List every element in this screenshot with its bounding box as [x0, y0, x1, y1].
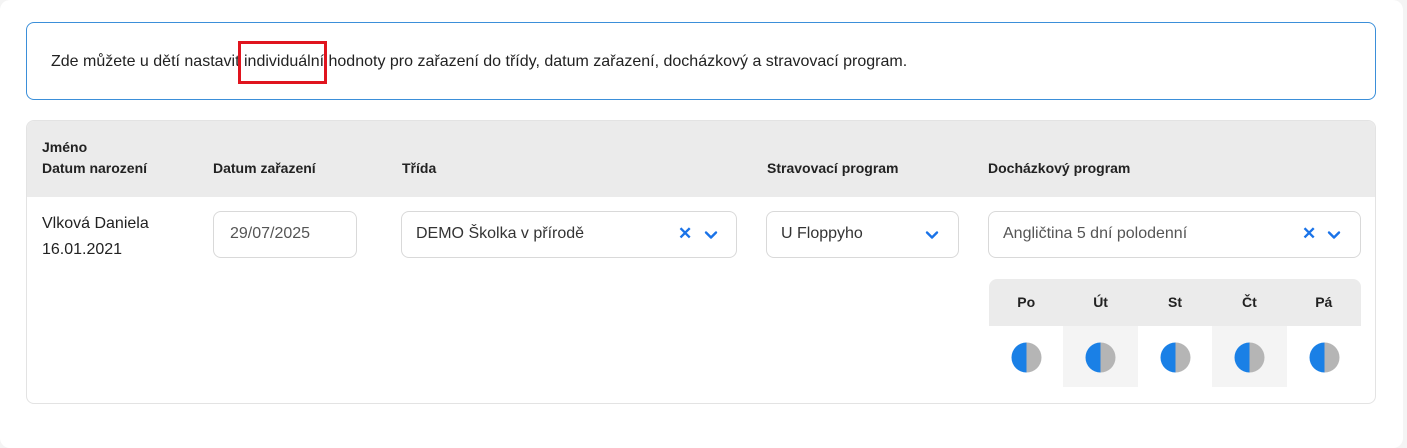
- day-label: Čt: [1241, 294, 1257, 310]
- class-select[interactable]: DEMO Školka v přírodě ✕: [401, 211, 737, 258]
- day-column-tuesday: Út: [1063, 279, 1138, 387]
- day-body: [1212, 326, 1287, 387]
- header-birth: Datum narození: [42, 160, 148, 176]
- day-column-monday: Po: [989, 279, 1063, 387]
- header-enroll-date: Datum zařazení: [213, 160, 316, 176]
- class-select-value: DEMO Školka v přírodě: [416, 225, 585, 242]
- attendance-program-value: Angličtina 5 dní polodenní: [1003, 225, 1188, 242]
- page: Zde můžete u dětí nastavit individuální …: [0, 0, 1403, 448]
- info-text-highlight: individuální: [238, 41, 328, 84]
- chevron-down-icon[interactable]: [704, 228, 718, 242]
- children-table: Jméno Datum narození Datum zařazení Tříd…: [26, 120, 1376, 404]
- day-label: Pá: [1315, 294, 1333, 310]
- child-birth-date: 16.01.2021: [42, 241, 123, 258]
- header-attendance: Docházkový program: [988, 160, 1131, 176]
- info-text: Zde můžete u dětí nastavit individuální …: [51, 41, 908, 84]
- chevron-down-icon[interactable]: [1327, 228, 1341, 242]
- day-label: St: [1167, 294, 1182, 310]
- attendance-week: Po Út St Čt Pá: [989, 279, 1361, 387]
- day-body: [1063, 326, 1138, 387]
- info-box: Zde můžete u dětí nastavit individuální …: [26, 22, 1376, 100]
- header-class: Třída: [402, 160, 437, 176]
- day-column-wednesday: St: [1138, 279, 1212, 387]
- half-circle-icon[interactable]: [1309, 342, 1340, 373]
- close-icon[interactable]: ✕: [678, 224, 692, 244]
- info-text-before: Zde můžete u dětí nastavit: [51, 53, 244, 70]
- day-body: [989, 326, 1063, 387]
- table-header: Jméno Datum narození Datum zařazení Tříd…: [27, 121, 1375, 197]
- chevron-down-icon[interactable]: [925, 228, 939, 242]
- day-label: Út: [1093, 294, 1108, 310]
- day-label: Po: [1017, 294, 1036, 310]
- close-icon[interactable]: ✕: [1302, 224, 1316, 244]
- half-circle-icon[interactable]: [1234, 342, 1265, 373]
- meal-program-value: U Floppyho: [781, 225, 863, 242]
- meal-program-select[interactable]: U Floppyho: [766, 211, 959, 258]
- header-name: Jméno: [42, 139, 88, 155]
- info-text-after: hodnoty pro zařazení do třídy, datum zař…: [324, 53, 908, 70]
- enroll-date-input[interactable]: 29/07/2025: [213, 211, 357, 258]
- half-circle-icon[interactable]: [1085, 342, 1116, 373]
- enroll-date-value: 29/07/2025: [230, 225, 311, 242]
- half-circle-icon[interactable]: [1011, 342, 1042, 373]
- day-column-friday: Pá: [1287, 279, 1361, 387]
- day-column-thursday: Čt: [1212, 279, 1287, 387]
- day-body: [1287, 326, 1361, 387]
- child-name: Vlková Daniela: [42, 215, 149, 232]
- day-body: [1138, 326, 1212, 387]
- header-meal: Stravovací program: [767, 160, 899, 176]
- attendance-program-select[interactable]: Angličtina 5 dní polodenní ✕: [988, 211, 1361, 258]
- half-circle-icon[interactable]: [1160, 342, 1191, 373]
